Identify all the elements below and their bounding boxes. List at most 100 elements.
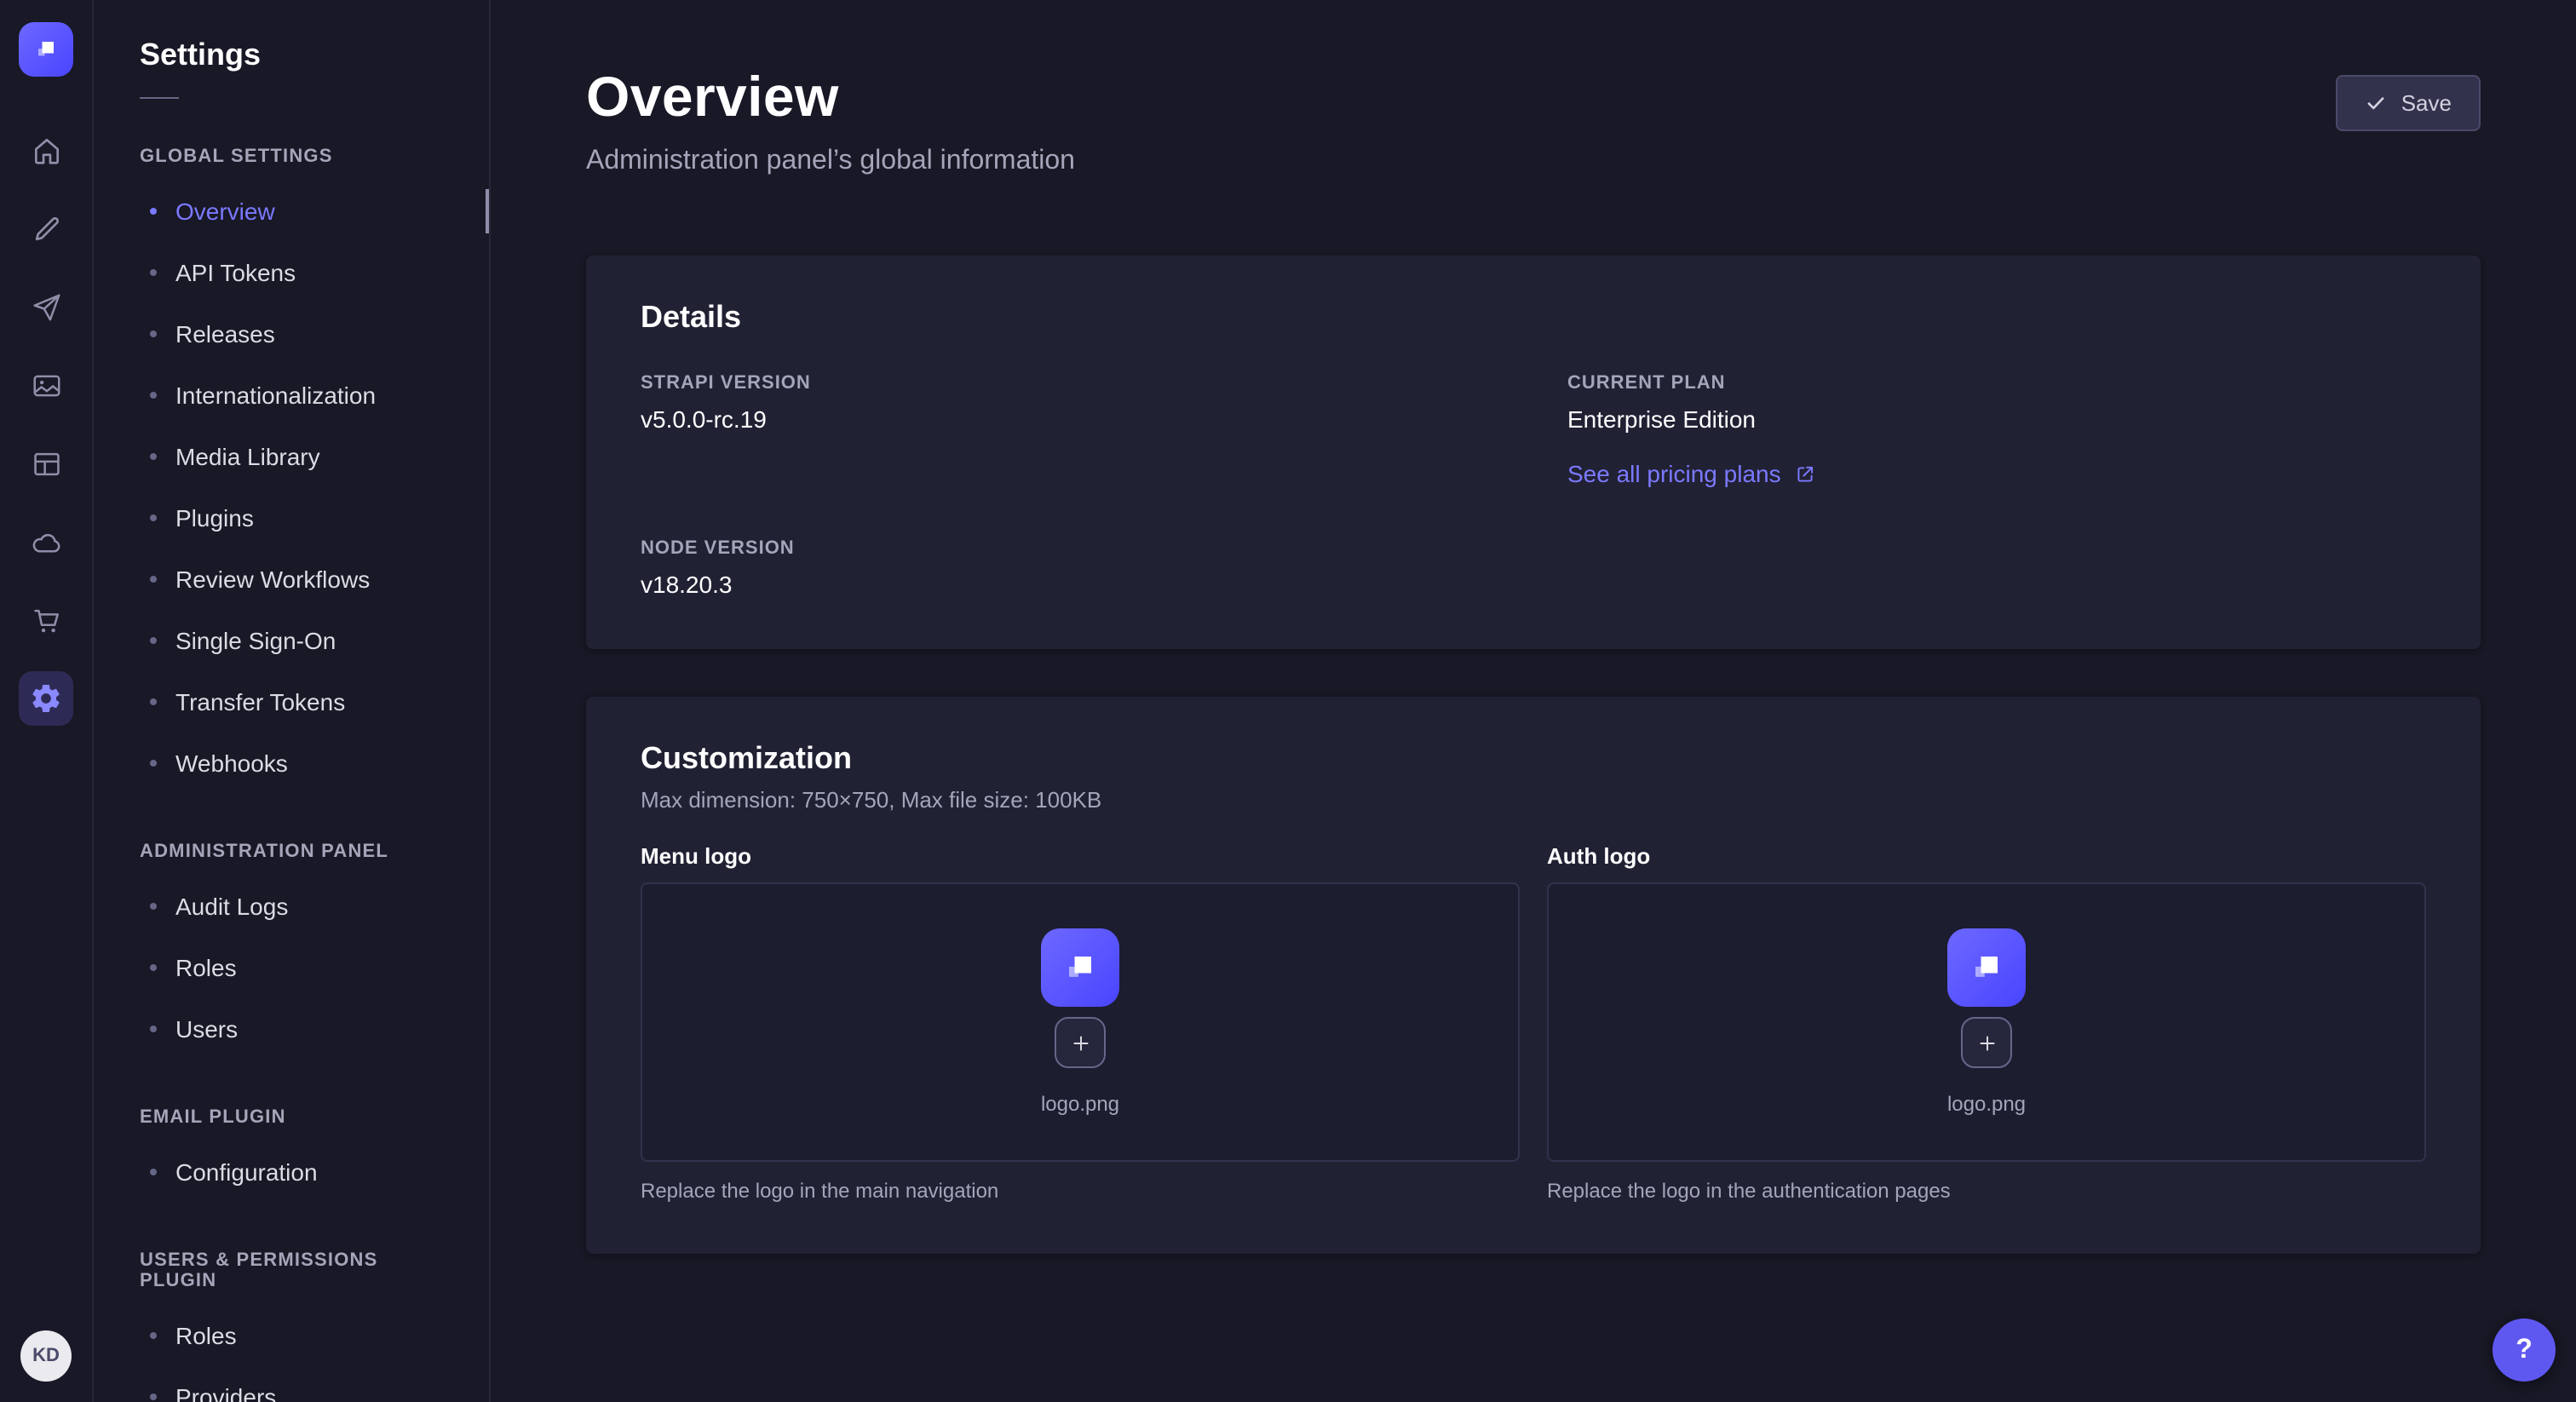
- bullet-icon: [150, 269, 157, 276]
- sidebar-item-label: Roles: [175, 954, 237, 981]
- logo-uploads: Menu logo logo.png Replace the logo in t…: [641, 843, 2426, 1203]
- sidebar-item-plugins[interactable]: Plugins: [94, 487, 489, 549]
- menu-logo-label: Menu logo: [641, 843, 1520, 869]
- cloud-icon[interactable]: [19, 514, 73, 569]
- add-auth-logo-button[interactable]: [1961, 1017, 2012, 1068]
- section-users-permissions-plugin: USERS & PERMISSIONS PLUGIN: [94, 1250, 489, 1291]
- paper-plane-icon[interactable]: [19, 279, 73, 334]
- global-settings-list: Overview API Tokens Releases Internation…: [94, 181, 489, 794]
- sidebar-divider: [140, 97, 179, 99]
- sidebar-item-label: Users: [175, 1015, 238, 1043]
- save-label: Save: [2401, 90, 2452, 116]
- bullet-icon: [150, 760, 157, 767]
- bullet-icon: [150, 1332, 157, 1339]
- strapi-logo-preview: [1041, 928, 1119, 1007]
- sidebar-item-label: Single Sign-On: [175, 627, 336, 654]
- bullet-icon: [150, 453, 157, 460]
- menu-logo-hint: Replace the logo in the main navigation: [641, 1179, 1520, 1203]
- sidebar-item-media-library[interactable]: Media Library: [94, 426, 489, 487]
- administration-panel-list: Audit Logs Roles Users: [94, 876, 489, 1060]
- current-plan-label: CURRENT PLAN: [1567, 373, 2426, 394]
- strapi-logo[interactable]: [19, 22, 73, 77]
- auth-logo-dropzone[interactable]: logo.png: [1547, 882, 2426, 1162]
- bullet-icon: [150, 637, 157, 644]
- menu-logo-dropzone[interactable]: logo.png: [641, 882, 1520, 1162]
- pricing-plans-link[interactable]: See all pricing plans: [1567, 460, 1817, 487]
- sidebar-item-releases[interactable]: Releases: [94, 303, 489, 365]
- sidebar-item-internationalization[interactable]: Internationalization: [94, 365, 489, 426]
- node-version-value: v18.20.3: [641, 571, 1499, 598]
- cart-icon[interactable]: [19, 593, 73, 647]
- bullet-icon: [150, 698, 157, 705]
- paintbrush-icon[interactable]: [19, 201, 73, 256]
- pricing-plans-link-label: See all pricing plans: [1567, 460, 1781, 487]
- page-header: Overview Administration panel’s global i…: [586, 65, 2481, 177]
- question-mark-icon: ?: [2516, 1335, 2533, 1365]
- strapi-mark-icon: [1964, 945, 2009, 990]
- strapi-mark-icon: [1058, 945, 1102, 990]
- auth-logo-filename: logo.png: [1947, 1092, 2026, 1116]
- sidebar-item-label: Internationalization: [175, 382, 376, 409]
- bullet-icon: [150, 514, 157, 521]
- sidebar-item-transfer-tokens[interactable]: Transfer Tokens: [94, 671, 489, 733]
- sidebar-item-webhooks[interactable]: Webhooks: [94, 733, 489, 794]
- sidebar-item-label: Media Library: [175, 443, 320, 470]
- node-version-label: NODE VERSION: [641, 538, 1499, 559]
- email-plugin-list: Configuration: [94, 1141, 489, 1203]
- bullet-icon: [150, 1169, 157, 1175]
- current-plan-value: Enterprise Edition: [1567, 405, 2426, 433]
- details-card: Details STRAPI VERSION v5.0.0-rc.19 CURR…: [586, 256, 2481, 649]
- strapi-mark-icon: [31, 34, 61, 65]
- help-button[interactable]: ?: [2493, 1319, 2556, 1382]
- sidebar-item-label: Releases: [175, 320, 275, 348]
- sidebar-item-email-configuration[interactable]: Configuration: [94, 1141, 489, 1203]
- sidebar-title: Settings: [94, 37, 489, 73]
- sidebar-item-api-tokens[interactable]: API Tokens: [94, 242, 489, 303]
- auth-logo-label: Auth logo: [1547, 843, 2426, 869]
- bullet-icon: [150, 1026, 157, 1032]
- sidebar-item-admin-roles[interactable]: Roles: [94, 937, 489, 998]
- avatar-initials: KD: [32, 1346, 60, 1366]
- sidebar-item-up-roles[interactable]: Roles: [94, 1305, 489, 1366]
- sidebar-item-admin-users[interactable]: Users: [94, 998, 489, 1060]
- users-permissions-list: Roles Providers: [94, 1305, 489, 1402]
- menu-logo-upload: Menu logo logo.png Replace the logo in t…: [641, 843, 1520, 1203]
- content-area: Overview Administration panel’s global i…: [491, 0, 2576, 1402]
- sidebar-item-label: Review Workflows: [175, 566, 370, 593]
- details-card-title: Details: [641, 300, 2426, 336]
- media-icon[interactable]: [19, 358, 73, 412]
- sidebar-item-review-workflows[interactable]: Review Workflows: [94, 549, 489, 610]
- section-administration-panel: ADMINISTRATION PANEL: [94, 842, 489, 862]
- strapi-logo-preview: [1947, 928, 2026, 1007]
- sidebar-item-label: Audit Logs: [175, 893, 288, 920]
- save-button[interactable]: Save: [2337, 75, 2481, 131]
- rail-icon-list: [19, 123, 73, 726]
- bullet-icon: [150, 576, 157, 583]
- sidebar-item-audit-logs[interactable]: Audit Logs: [94, 876, 489, 937]
- bullet-icon: [150, 964, 157, 971]
- sidebar-item-label: API Tokens: [175, 259, 296, 286]
- section-email-plugin: EMAIL PLUGIN: [94, 1107, 489, 1128]
- add-menu-logo-button[interactable]: [1055, 1017, 1106, 1068]
- bullet-icon: [150, 208, 157, 215]
- settings-sidebar: Settings GLOBAL SETTINGS Overview API To…: [94, 0, 491, 1402]
- home-icon[interactable]: [19, 123, 73, 177]
- sidebar-item-label: Transfer Tokens: [175, 688, 345, 715]
- auth-logo-hint: Replace the logo in the authentication p…: [1547, 1179, 2426, 1203]
- layout-icon[interactable]: [19, 436, 73, 491]
- bullet-icon: [150, 1393, 157, 1400]
- node-version-field: NODE VERSION v18.20.3: [641, 538, 1499, 598]
- bullet-icon: [150, 903, 157, 910]
- page-title: Overview: [586, 65, 1075, 129]
- avatar[interactable]: KD: [20, 1330, 72, 1382]
- sidebar-item-overview[interactable]: Overview: [94, 181, 489, 242]
- section-global-settings: GLOBAL SETTINGS: [94, 147, 489, 167]
- sidebar-item-single-sign-on[interactable]: Single Sign-On: [94, 610, 489, 671]
- sidebar-item-label: Providers: [175, 1383, 276, 1402]
- strapi-version-value: v5.0.0-rc.19: [641, 405, 1499, 433]
- app-window: KD Settings GLOBAL SETTINGS Overview API…: [0, 0, 2576, 1402]
- sidebar-item-label: Roles: [175, 1322, 237, 1349]
- settings-gear-icon[interactable]: [19, 671, 73, 726]
- sidebar-item-up-providers[interactable]: Providers: [94, 1366, 489, 1402]
- customization-card-title: Customization: [641, 741, 2426, 777]
